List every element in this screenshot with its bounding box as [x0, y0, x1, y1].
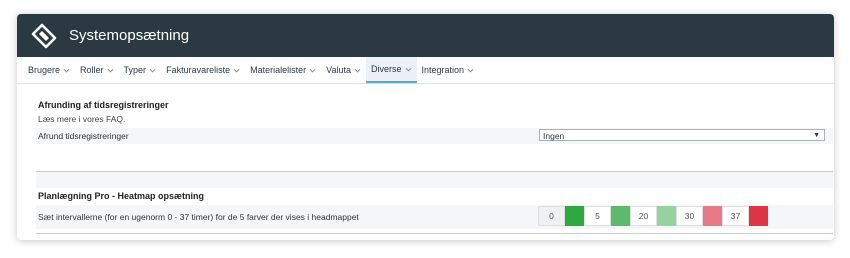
app-logo-icon	[29, 21, 59, 51]
chevron-down-icon	[149, 68, 156, 72]
nav-item-label: Brugere	[28, 65, 61, 75]
threshold-input[interactable]: 30	[676, 206, 703, 226]
heatmap-color-swatch[interactable]	[749, 206, 768, 226]
chevron-down-icon	[63, 68, 70, 72]
dropdown-arrow-icon: ▼	[813, 132, 820, 139]
heatmap-row: Sæt intervallerne (for en ugenorm 0 - 37…	[36, 205, 833, 229]
nav-item-materialelister[interactable]: Materialelister	[245, 57, 321, 83]
nav-item-brugere[interactable]: Brugere	[23, 57, 75, 83]
heatmap-color-swatch[interactable]	[657, 206, 676, 226]
chevron-down-icon	[354, 68, 361, 72]
heatmap-section-title: Planlægning Pro - Heatmap opsætning	[38, 191, 205, 201]
chevron-down-icon	[467, 68, 474, 72]
nav-item-label: Typer	[123, 65, 147, 75]
heatmap-color-swatch[interactable]	[611, 206, 630, 226]
faq-link[interactable]: Læs mere i vores FAQ.	[38, 114, 125, 124]
nav-item-roller[interactable]: Roller	[75, 57, 119, 83]
section-spacer	[36, 172, 833, 188]
rounding-select-value: Ingen	[543, 131, 565, 141]
heatmap-color-swatch[interactable]	[703, 206, 722, 226]
rounding-row: Afrund tidsregistreringer Ingen ▼	[36, 128, 833, 144]
settings-nav: Brugere Roller Typer Fakturavareliste Materi…	[17, 57, 834, 84]
heatmap-swatches: 0 5 20 30 37	[538, 206, 768, 226]
threshold-input[interactable]: 20	[630, 206, 657, 226]
nav-item-diverse[interactable]: Diverse	[365, 57, 417, 83]
title-bar: Systemopsætning	[17, 14, 834, 57]
heatmap-color-swatch[interactable]	[565, 206, 584, 226]
rounding-section-title: Afrunding af tidsregistreringer	[38, 100, 169, 110]
nav-item-typer[interactable]: Typer	[119, 57, 162, 83]
bottom-divider	[36, 233, 833, 234]
chevron-down-icon	[107, 68, 114, 72]
settings-window: Systemopsætning Brugere Roller Typer Faktur…	[17, 14, 834, 240]
chevron-down-icon	[309, 68, 316, 72]
threshold-input[interactable]: 0	[538, 206, 565, 226]
nav-item-label: Roller	[80, 65, 104, 75]
heatmap-description: Sæt intervallerne (for en ugenorm 0 - 37…	[38, 212, 359, 222]
settings-content: Afrunding af tidsregistreringer Læs mere…	[36, 98, 833, 240]
threshold-input[interactable]: 5	[584, 206, 611, 226]
threshold-input[interactable]: 37	[722, 206, 749, 226]
nav-item-fakturavareliste[interactable]: Fakturavareliste	[161, 57, 245, 83]
nav-item-label: Fakturavareliste	[166, 65, 231, 75]
app-title: Systemopsætning	[69, 27, 190, 44]
chevron-down-icon	[233, 68, 240, 72]
nav-item-valuta[interactable]: Valuta	[321, 57, 366, 83]
rounding-field-label: Afrund tidsregistreringer	[38, 131, 129, 141]
nav-item-label: Integration	[421, 65, 465, 75]
chevron-down-icon	[405, 67, 411, 71]
rounding-select[interactable]: Ingen ▼	[539, 129, 825, 141]
nav-item-label: Materialelister	[250, 65, 307, 75]
nav-item-label: Valuta	[326, 65, 351, 75]
nav-item-label: Diverse	[370, 64, 402, 74]
nav-item-integration[interactable]: Integration	[417, 57, 480, 83]
